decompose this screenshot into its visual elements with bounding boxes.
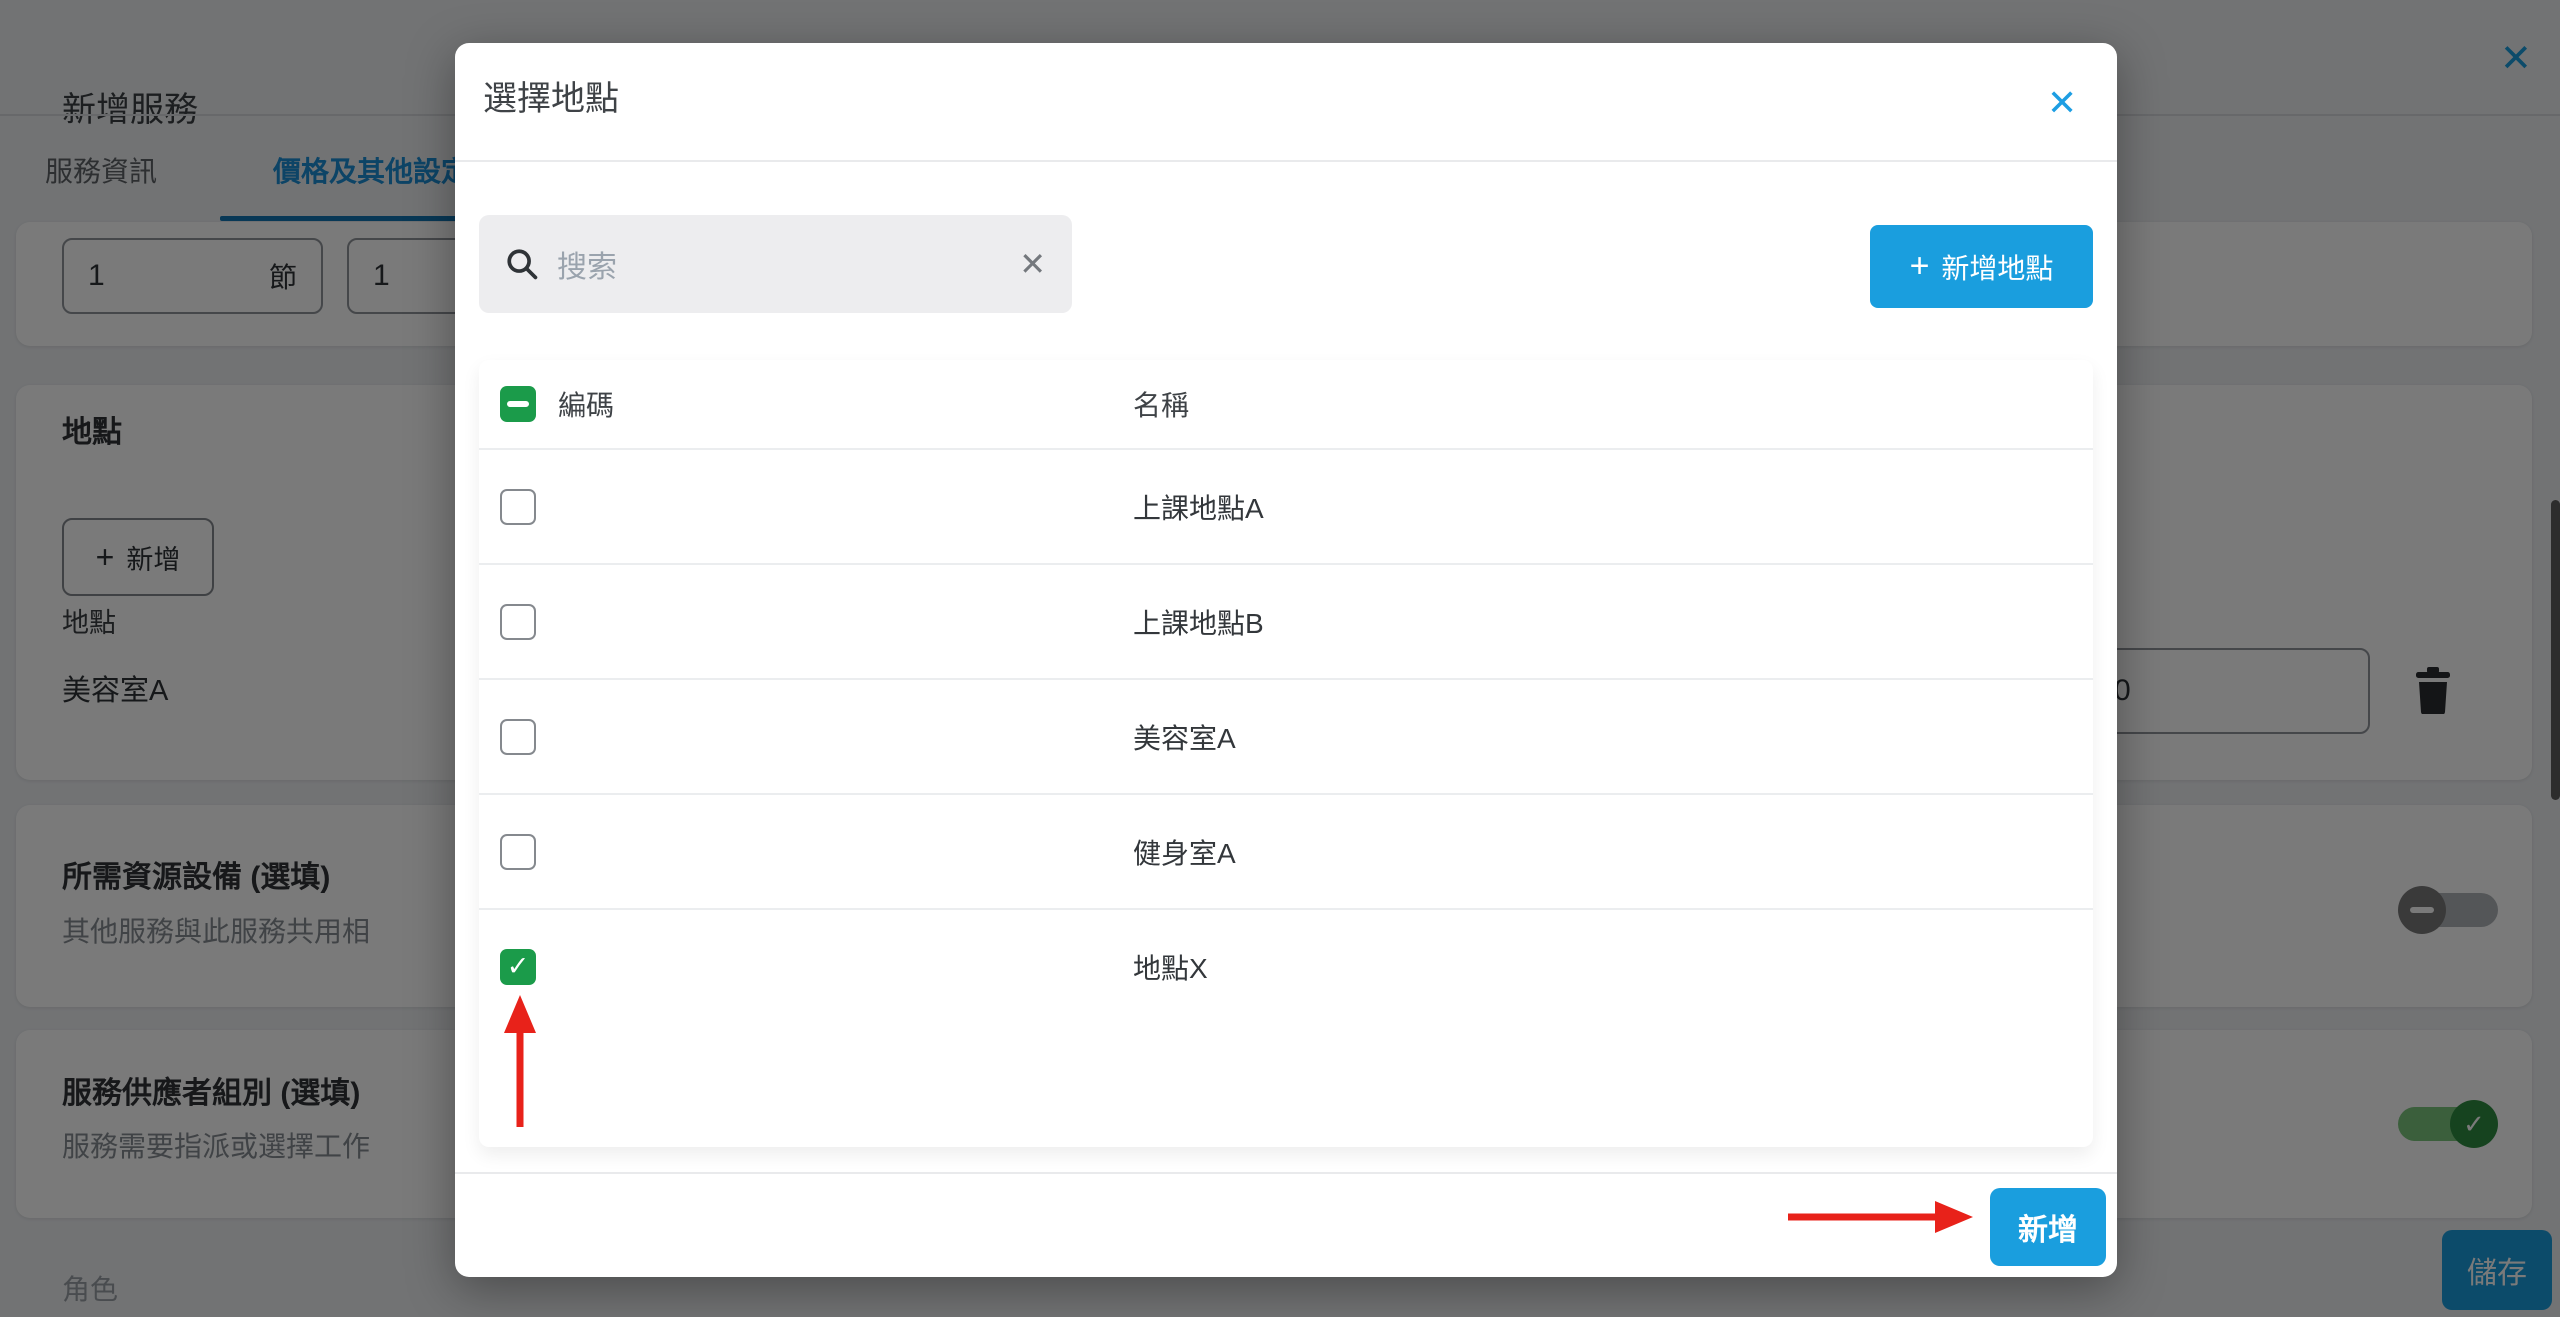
row-name: 上課地點B xyxy=(1133,602,1264,642)
modal-header-divider xyxy=(455,160,2117,162)
modal-close-icon[interactable]: ✕ xyxy=(2047,85,2077,121)
check-icon: ✓ xyxy=(507,951,530,982)
add-location-button[interactable]: + 新增地點 xyxy=(1870,225,2093,308)
row-checkbox[interactable] xyxy=(500,604,536,640)
table-row[interactable]: 美容室A xyxy=(479,680,2093,795)
column-header-name: 名稱 xyxy=(1133,384,1189,424)
add-location-button-label: 新增地點 xyxy=(1941,247,2053,287)
row-name: 上課地點A xyxy=(1133,487,1264,527)
annotation-arrow-up xyxy=(496,995,544,1130)
row-checkbox[interactable] xyxy=(500,719,536,755)
column-header-code: 編碼 xyxy=(558,384,614,424)
select-location-modal: 選擇地點 ✕ 搜索 ✕ + 新增地點 編碼 名稱 上課地 xyxy=(455,43,2117,1277)
row-checkbox[interactable] xyxy=(500,834,536,870)
row-checkbox-checked[interactable]: ✓ xyxy=(500,949,536,985)
table-row-selected[interactable]: ✓ 地點X xyxy=(479,910,2093,1023)
table-row[interactable]: 健身室A xyxy=(479,795,2093,910)
screen: 新增服務 ✕ 服務資訊 價格及其他設定 1 節 1 地點 + 新增 地點 美容室… xyxy=(0,0,2560,1317)
row-name: 美容室A xyxy=(1133,717,1236,757)
table-row[interactable]: 上課地點B xyxy=(479,565,2093,680)
location-table: 編碼 名稱 上課地點A 上課地點B 美容室A 健身室A ✓ 地點X xyxy=(479,360,2093,1147)
modal-submit-label: 新增 xyxy=(2018,1205,2078,1249)
search-input[interactable]: 搜索 ✕ xyxy=(479,215,1072,313)
search-clear-icon[interactable]: ✕ xyxy=(1019,245,1046,283)
row-checkbox[interactable] xyxy=(500,489,536,525)
row-name: 健身室A xyxy=(1133,832,1236,872)
row-name: 地點X xyxy=(1133,947,1208,987)
plus-icon: + xyxy=(1910,247,1930,286)
annotation-arrow-right xyxy=(1788,1198,1973,1236)
indeterminate-icon xyxy=(507,401,529,407)
modal-submit-button[interactable]: 新增 xyxy=(1990,1188,2106,1266)
search-icon xyxy=(505,247,539,281)
modal-footer-divider xyxy=(455,1172,2117,1174)
select-all-checkbox[interactable] xyxy=(500,386,536,422)
modal-title: 選擇地點 xyxy=(483,71,619,120)
table-row[interactable]: 上課地點A xyxy=(479,450,2093,565)
search-placeholder: 搜索 xyxy=(557,242,1019,286)
table-header-row: 編碼 名稱 xyxy=(479,360,2093,450)
